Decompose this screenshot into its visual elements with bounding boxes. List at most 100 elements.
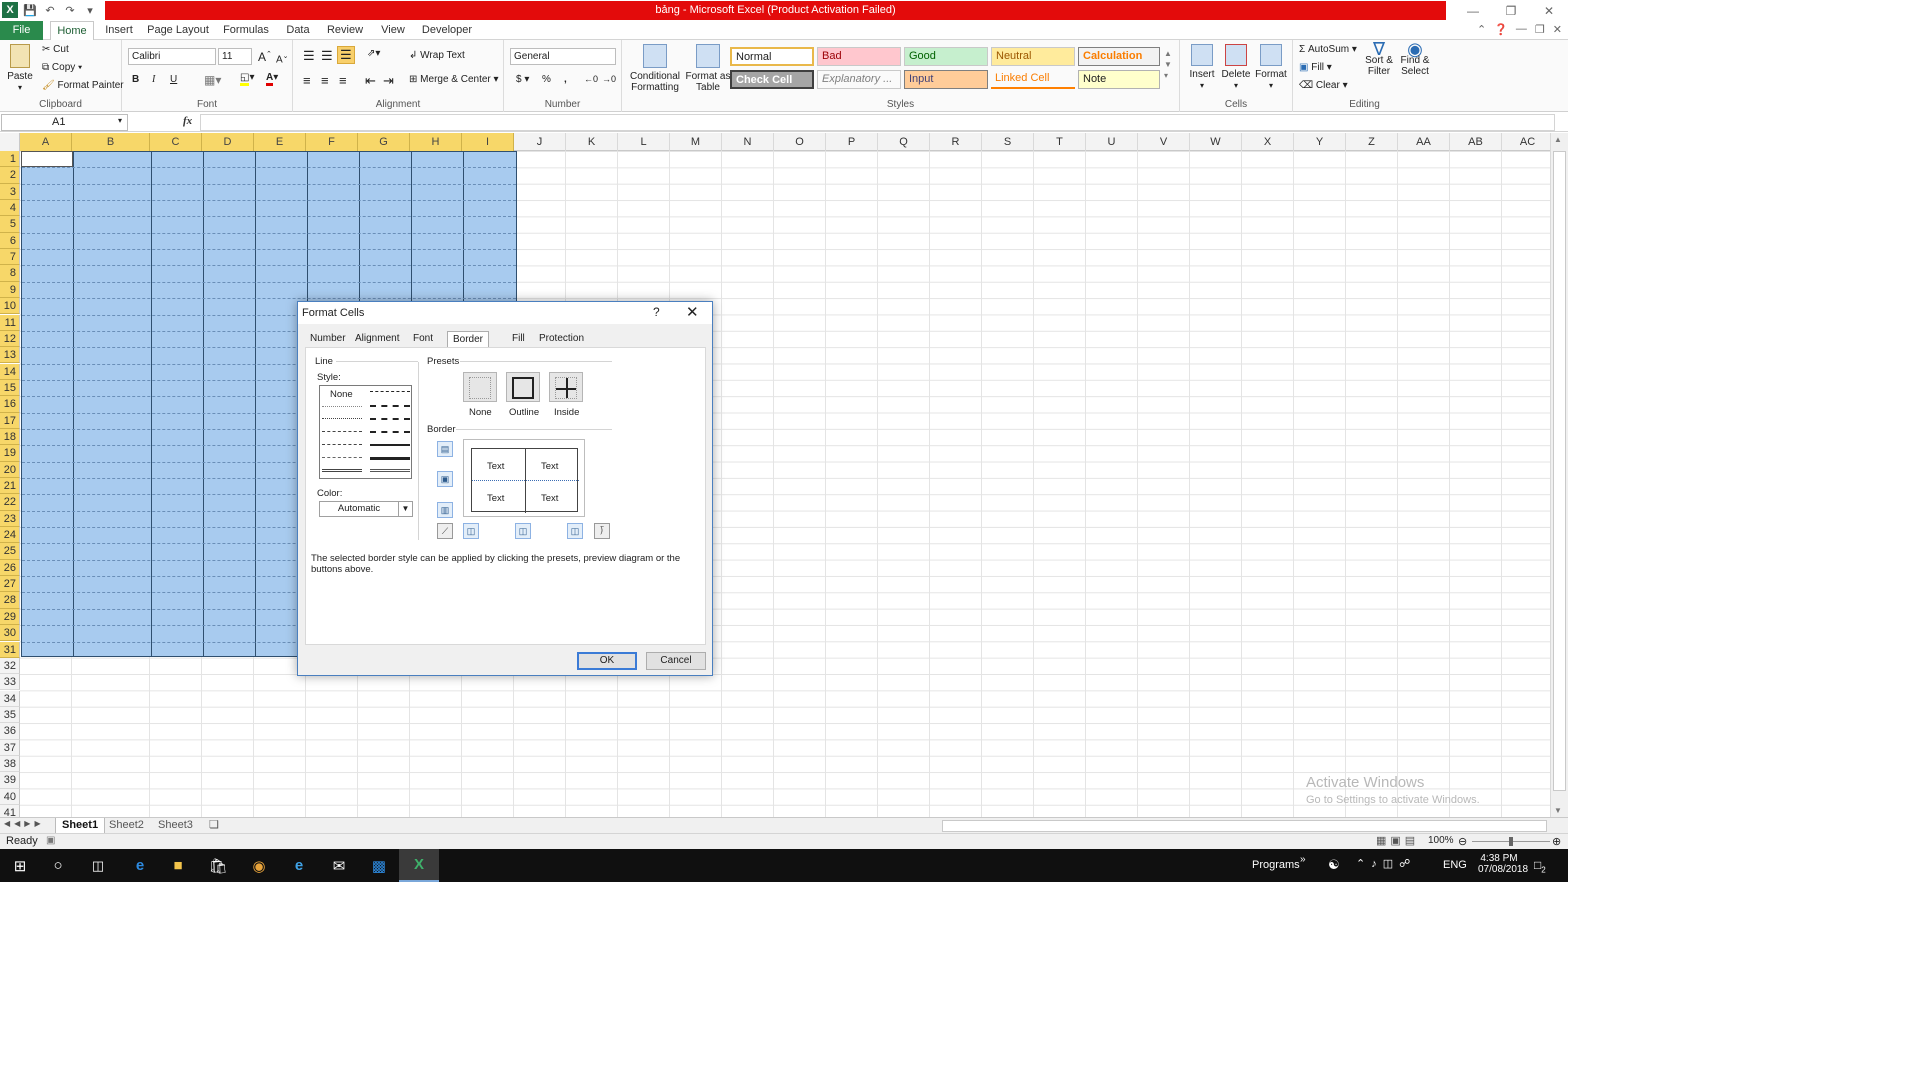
zoom-slider-thumb[interactable] [1509,837,1513,846]
column-header-x[interactable]: X [1242,133,1294,151]
increase-decimal-icon[interactable]: ←0 [584,74,598,84]
border-top-button[interactable]: ▤ [437,441,453,457]
style-note[interactable]: Note [1078,70,1160,89]
row-header-4[interactable]: 4 [0,200,20,217]
clock[interactable]: 4:38 PM 07/08/2018 [1478,853,1528,875]
tab-insert[interactable]: Insert [100,21,138,40]
style-calculation[interactable]: Calculation [1078,47,1160,66]
row-header-14[interactable]: 14 [0,363,20,380]
doc-minimize-icon[interactable]: — [1516,23,1527,36]
row-header-36[interactable]: 36 [0,723,20,740]
sheet-tab-2[interactable]: Sheet2 [103,818,150,834]
column-header-n[interactable]: N [722,133,774,151]
programs-toolbar[interactable]: Programs [1252,859,1300,871]
formula-input[interactable] [200,114,1555,131]
line-style-slant-dash-dot[interactable] [370,405,410,407]
column-header-r[interactable]: R [930,133,982,151]
row-header-29[interactable]: 29 [0,608,20,626]
align-bottom-icon[interactable]: ☰ [337,46,355,64]
name-box-dropdown-icon[interactable]: ▾ [118,116,122,125]
row-header-41[interactable]: 41 [0,805,20,817]
border-left-button[interactable]: ◫ [463,523,479,539]
column-header-w[interactable]: W [1190,133,1242,151]
border-diagonal-up-button[interactable]: ⟋ [437,523,453,539]
style-explanatory[interactable]: Explanatory ... [817,70,901,89]
row-header-13[interactable]: 13 [0,347,20,364]
row-header-1[interactable]: 1 [0,151,20,168]
column-header-j[interactable]: J [514,133,566,151]
excel-logo-icon[interactable]: X [2,2,18,18]
edge-icon[interactable]: e [120,849,160,882]
line-style-medium-dashed[interactable] [370,431,410,433]
insert-sheet-icon[interactable]: ❏ [203,818,225,834]
tab-border[interactable]: Border [447,331,490,347]
format-painter-button[interactable]: 🖌 Format Painter [42,80,124,91]
color-dropdown-arrow-icon[interactable]: ▼ [398,502,412,516]
view-buttons-icons[interactable]: ▦▣▤ [1376,834,1419,847]
format-cells-button[interactable]: Format ▾ [1254,44,1288,91]
tab-review[interactable]: Review [324,21,366,40]
percent-button[interactable]: % [542,74,551,85]
align-right-icon[interactable]: ≡ [339,73,347,88]
italic-button[interactable]: I [152,74,155,85]
fill-button[interactable]: ▣ Fill ▾ [1299,62,1332,73]
border-bottom-button[interactable]: ▥ [437,502,453,518]
sheet-tab-3[interactable]: Sheet3 [152,818,199,834]
style-check-cell[interactable]: Check Cell [730,70,814,89]
tab-file[interactable]: File [0,21,43,40]
insert-cells-button[interactable]: Insert ▾ [1186,44,1218,91]
tab-home[interactable]: Home [50,21,94,41]
vertical-scrollbar[interactable]: ▲ ▼ [1550,133,1568,817]
align-middle-icon[interactable]: ☰ [321,48,333,64]
column-header-g[interactable]: G [358,133,410,151]
store-icon[interactable]: 🛍 [198,849,238,882]
border-diagonal-down-button[interactable]: ⟌ [594,523,610,539]
borders-icon[interactable]: ▦▾ [204,73,221,87]
align-left-icon[interactable]: ≡ [303,73,311,88]
zalo-icon[interactable]: ▩ [359,849,399,882]
horizontal-scrollbar[interactable] [942,820,1547,832]
zoom-out-icon[interactable]: ⊖ [1458,835,1467,848]
copy-button[interactable]: ⧉ Copy ▾ [42,62,82,73]
column-header-l[interactable]: L [618,133,670,151]
column-header-k[interactable]: K [566,133,618,151]
format-as-table-button[interactable]: Format as Table [684,44,732,93]
tab-font[interactable]: Font [408,331,438,347]
row-header-24[interactable]: 24 [0,527,20,544]
color-dropdown[interactable]: Automatic ▼ [319,501,413,517]
name-box[interactable]: A1 [1,114,128,131]
style-input[interactable]: Input [904,70,988,89]
tab-view[interactable]: View [376,21,410,40]
orientation-icon[interactable]: ⇗▾ [367,48,380,59]
row-header-25[interactable]: 25 [0,543,20,560]
row-header-21[interactable]: 21 [0,478,20,495]
row-header-6[interactable]: 6 [0,232,20,250]
system-tray-icons[interactable]: ⌃♪◫☍ [1356,857,1416,870]
increase-indent-icon[interactable]: ⇥ [383,73,394,89]
row-header-39[interactable]: 39 [0,772,20,789]
worksheet-grid[interactable]: A B C D E F G H I J K L M N O P Q R S T U V W X Y Z AA AB AC 1234567… [0,133,1550,817]
task-view-icon[interactable]: ◫ [78,849,118,882]
language-indicator[interactable]: ENG [1443,859,1467,871]
save-icon[interactable]: 💾 [22,2,38,18]
column-header-p[interactable]: P [826,133,878,151]
font-color-icon[interactable]: A▾ [266,72,278,86]
vertical-scroll-thumb[interactable] [1553,151,1566,791]
border-right-button[interactable]: ◫ [567,523,583,539]
clear-button[interactable]: ⌫ Clear ▾ [1299,80,1348,91]
line-style-dotted[interactable] [322,418,362,419]
column-header-y[interactable]: Y [1294,133,1346,151]
column-header-o[interactable]: O [774,133,826,151]
align-top-icon[interactable]: ☰ [303,48,315,64]
column-header-a[interactable]: A [20,133,72,151]
column-header-e[interactable]: E [254,133,306,151]
people-icon[interactable]: ☯ [1328,857,1340,873]
merge-center-button[interactable]: ⊞ Merge & Center ▾ [409,74,499,85]
column-header-h[interactable]: H [410,133,462,151]
row-header-19[interactable]: 19 [0,445,20,462]
row-header-2[interactable]: 2 [0,167,20,184]
conditional-formatting-button[interactable]: Conditional Formatting [626,44,684,93]
dialog-help-icon[interactable]: ? [653,305,660,319]
styles-more-icon[interactable]: ▲ ▼ ▾ [1164,48,1172,81]
row-header-17[interactable]: 17 [0,412,20,429]
